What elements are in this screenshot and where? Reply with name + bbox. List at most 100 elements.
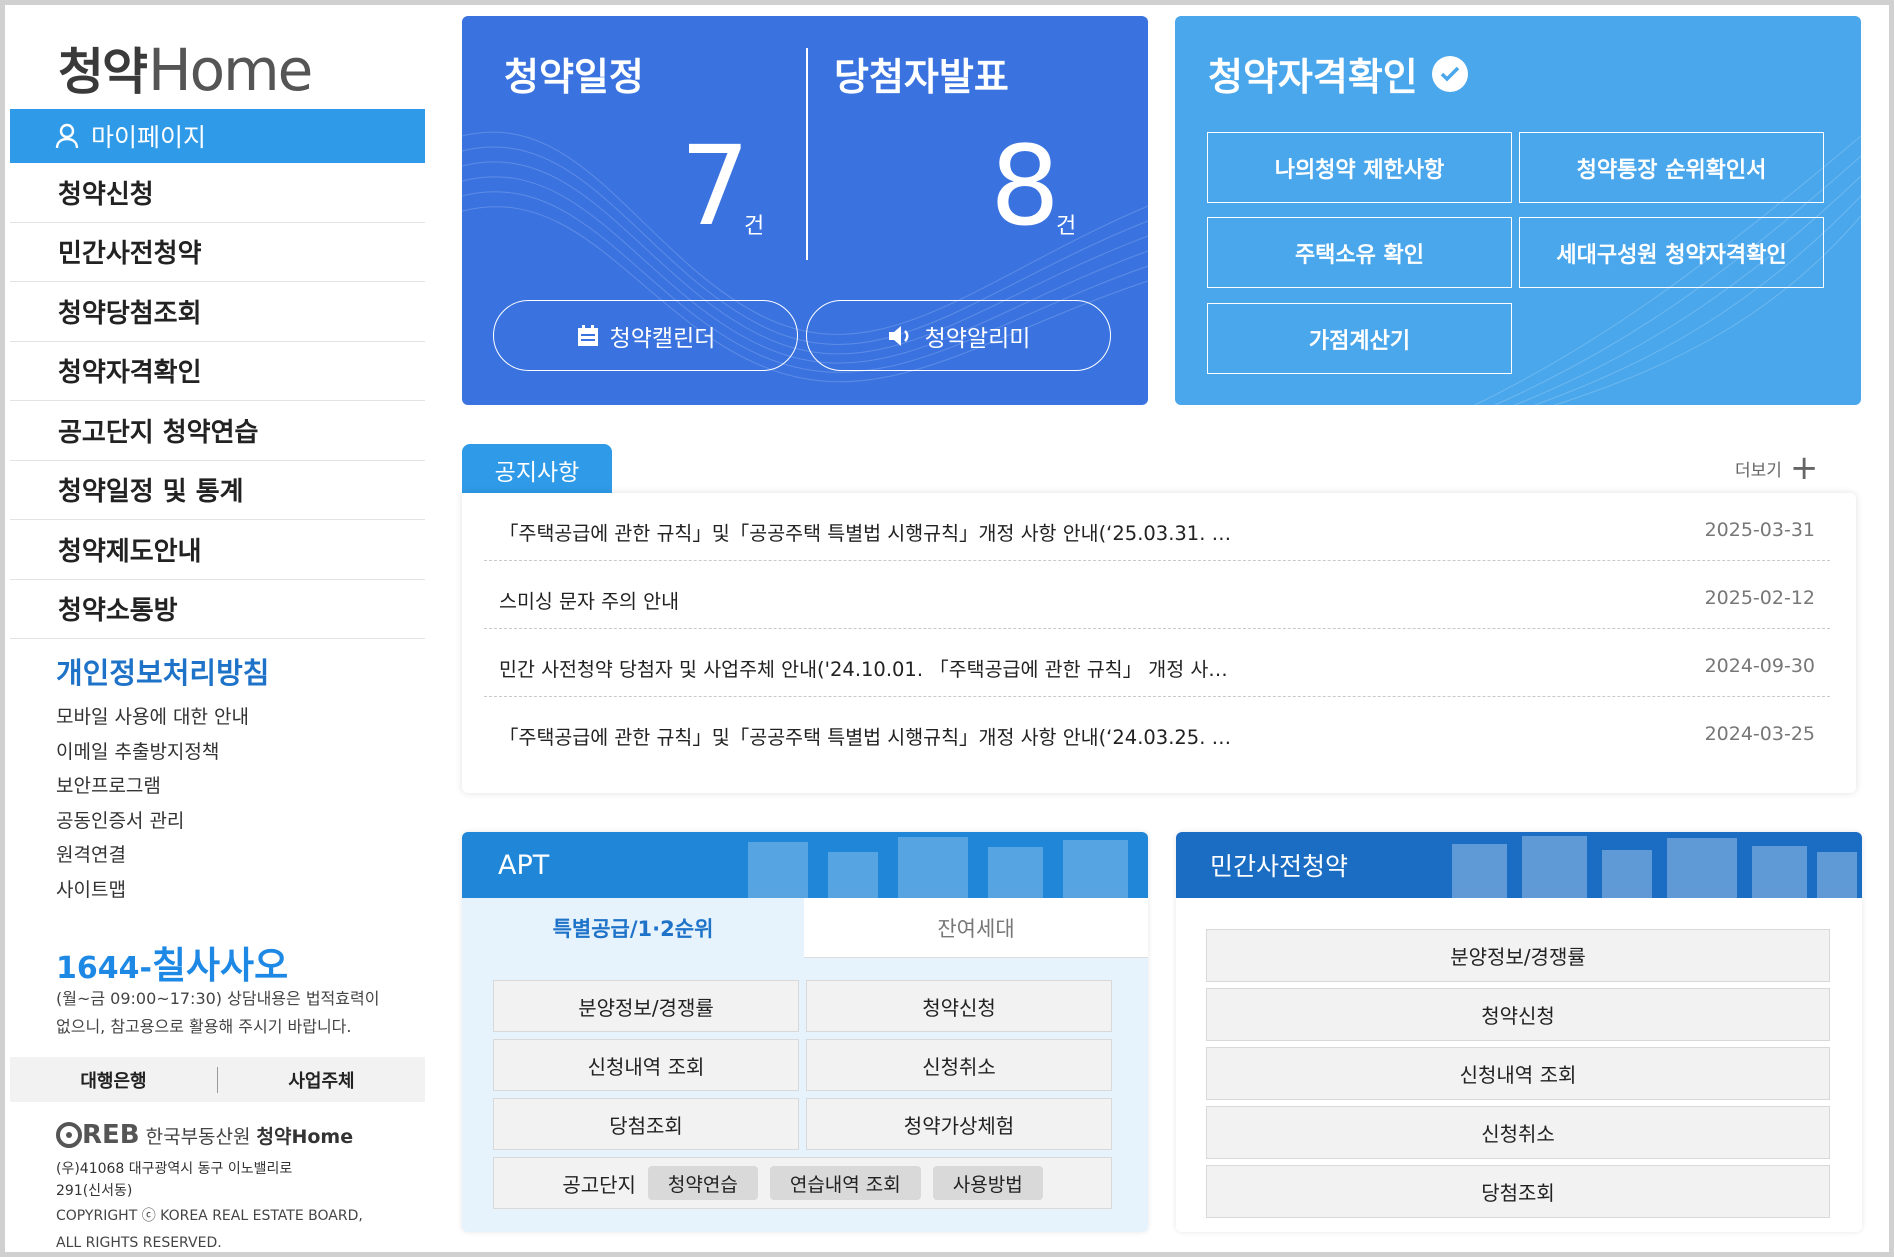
nav-item[interactable]: 청약일정 및 통계 (10, 461, 425, 520)
alert-button-label: 청약알리미 (924, 325, 1031, 352)
qualification-title-text: 청약자격확인 (1208, 55, 1418, 99)
nav-item-mypage[interactable]: 마이페이지 (10, 109, 425, 163)
more-label: 더보기 (1735, 460, 1782, 481)
hours-line: 없으니, 참고용으로 활용해 주시기 바랍니다. (56, 1017, 352, 1036)
practice-guide-button[interactable]: 사용방법 (932, 1166, 1043, 1200)
apt-title: APT (498, 849, 550, 881)
sidebar-nav: 청약신청 민간사전청약 청약당첨조회 청약자격확인 공고단지 청약연습 청약일정… (10, 163, 425, 639)
notice-row[interactable]: 「주택공급에 관한 규칙」및「공공주택 특별법 시행규칙」개정 사항 안내(‘2… (484, 697, 1830, 765)
house-ownership-button[interactable]: 주택소유 확인 (1207, 217, 1512, 288)
nav-item[interactable]: 청약소통방 (10, 580, 425, 639)
footer-link[interactable]: 모바일 사용에 대한 안내 (56, 700, 249, 735)
schedule-title: 청약일정 (504, 55, 644, 99)
apt-sale-info-button[interactable]: 분양정보/경쟁률 (493, 980, 799, 1032)
apt-winner-button[interactable]: 당첨조회 (493, 1098, 799, 1150)
speaker-icon (888, 325, 909, 346)
qualification-title: 청약자격확인 (1208, 46, 1468, 101)
apt-history-button[interactable]: 신청내역 조회 (493, 1039, 799, 1091)
building-icon (1452, 836, 1857, 898)
notice-date: 2024-03-25 (1704, 723, 1815, 745)
winners-unit: 건 (1056, 214, 1077, 239)
nav-item[interactable]: 민간사전청약 (10, 223, 425, 282)
notice-title: 「주택공급에 관한 규칙」및「공공주택 특별법 시행규칙」개정 사항 안내(‘2… (499, 726, 1232, 749)
notice-row[interactable]: 민간 사전청약 당첨자 및 사업주체 안내('24.10.01. 「주택공급에 … (484, 629, 1830, 697)
schedule-unit: 건 (744, 214, 765, 239)
apt-panel: APT 특별공급/1·2순위 잔여세대 분양정보/경쟁률 청약신청 신청내역 조… (462, 832, 1148, 1232)
phone-main: 칠사사오 (151, 944, 289, 987)
logo-korean: 청약 (58, 43, 148, 101)
notice-date: 2024-09-30 (1704, 655, 1815, 677)
address-line: (우)41068 대구광역시 동구 이노밸리로 (56, 1161, 293, 1177)
reb-logo-icon (56, 1122, 82, 1148)
presale-info-button[interactable]: 분양정보/경쟁률 (1206, 929, 1830, 982)
calendar-button[interactable]: 청약캘린더 (493, 300, 798, 371)
winners-count[interactable]: 8 (990, 131, 1060, 241)
copyright-line: COPYRIGHT ⓒ KOREA REAL ESTATE BOARD, (56, 1208, 363, 1224)
logo-english: Home (148, 36, 313, 104)
phone-number: 1644-칠사사오 (56, 935, 288, 989)
account-rank-button[interactable]: 청약통장 순위확인서 (1519, 132, 1824, 203)
notice-row[interactable]: 「주택공급에 관한 규칙」및「공공주택 특별법 시행규칙」개정 사항 안내(‘2… (484, 493, 1830, 561)
notice-title: 민간 사전청약 당첨자 및 사업주체 안내('24.10.01. 「주택공급에 … (499, 658, 1228, 681)
calendar-button-label: 청약캘린더 (609, 325, 716, 352)
address-line: 291(신서동) (56, 1183, 133, 1199)
user-icon (55, 123, 79, 149)
agent-bank-link[interactable]: 대행은행 (10, 1067, 217, 1093)
apt-header: APT (462, 832, 1148, 898)
practice-row: 공고단지 청약연습 연습내역 조회 사용방법 (493, 1157, 1112, 1209)
nav-item[interactable]: 청약신청 (10, 163, 425, 223)
notice-date: 2025-02-12 (1704, 587, 1815, 609)
nav-item[interactable]: 공고단지 청약연습 (10, 401, 425, 461)
nav-item[interactable]: 청약당첨조회 (10, 282, 425, 342)
building-icon (748, 837, 1128, 898)
footer-link[interactable]: 이메일 추출방지정책 (56, 735, 249, 770)
copyright-line: ALL RIGHTS RESERVED. (56, 1235, 222, 1251)
check-circle-icon (1431, 55, 1468, 92)
practice-history-button[interactable]: 연습내역 조회 (769, 1166, 921, 1200)
apt-cancel-button[interactable]: 신청취소 (806, 1039, 1112, 1091)
restriction-button[interactable]: 나의청약 제한사항 (1207, 132, 1512, 203)
business-entity-link[interactable]: 사업주체 (218, 1067, 425, 1093)
qualification-card: 청약자격확인 나의청약 제한사항 청약통장 순위확인서 주택소유 확인 세대구성… (1175, 16, 1861, 405)
reb-mark: REB (82, 1120, 140, 1150)
practice-label: 공고단지 (562, 1172, 636, 1197)
alert-button[interactable]: 청약알리미 (806, 300, 1111, 371)
footer-link[interactable]: 원격연결 (56, 838, 249, 873)
apt-apply-button[interactable]: 청약신청 (806, 980, 1112, 1032)
divider (806, 48, 808, 260)
tab-remaining-units[interactable]: 잔여세대 (804, 898, 1148, 958)
apt-simulation-button[interactable]: 청약가상체험 (806, 1098, 1112, 1150)
plus-icon: + (1789, 448, 1819, 488)
winners-title: 당첨자발표 (834, 55, 1009, 99)
footer-link[interactable]: 보안프로그램 (56, 769, 249, 804)
practice-button[interactable]: 청약연습 (647, 1166, 758, 1200)
privacy-policy-link[interactable]: 개인정보처리방침 (56, 650, 269, 692)
notice-title: 스미싱 문자 주의 안내 (499, 590, 680, 613)
phone-prefix: 1644- (56, 951, 152, 986)
presale-winner-button[interactable]: 당첨조회 (1206, 1165, 1830, 1218)
notice-list: 「주택공급에 관한 규칙」및「공공주택 특별법 시행규칙」개정 사항 안내(‘2… (462, 493, 1856, 793)
household-qualification-button[interactable]: 세대구성원 청약자격확인 (1519, 217, 1824, 288)
org-name: 한국부동산원 (145, 1125, 251, 1148)
footer-link[interactable]: 사이트맵 (56, 873, 249, 908)
address: (우)41068 대구광역시 동구 이노밸리로 291(신서동) (56, 1158, 346, 1202)
footer-link[interactable]: 공동인증서 관리 (56, 804, 249, 839)
nav-item[interactable]: 청약자격확인 (10, 342, 425, 401)
presale-apply-button[interactable]: 청약신청 (1206, 988, 1830, 1041)
score-calculator-button[interactable]: 가점계산기 (1207, 303, 1512, 374)
tab-notices[interactable]: 공지사항 (462, 444, 612, 496)
logo[interactable]: 청약 Home (58, 34, 313, 104)
hours-line: (월~금 09:00~17:30) 상담내용은 법적효력이 (56, 989, 380, 1008)
nav-item[interactable]: 청약제도안내 (10, 520, 425, 580)
presale-history-button[interactable]: 신청내역 조회 (1206, 1047, 1830, 1100)
notice-title: 「주택공급에 관한 규칙」및「공공주택 특별법 시행규칙」개정 사항 안내(‘2… (499, 522, 1232, 545)
more-link[interactable]: 더보기 + (1735, 451, 1818, 485)
brand-name: 청약Home (256, 1125, 354, 1148)
private-presale-title: 민간사전청약 (1210, 852, 1349, 881)
notice-row[interactable]: 스미싱 문자 주의 안내 2025-02-12 (484, 561, 1830, 629)
copyright: COPYRIGHT ⓒ KOREA REAL ESTATE BOARD, ALL… (56, 1203, 386, 1257)
schedule-count[interactable]: 7 (680, 131, 750, 241)
presale-cancel-button[interactable]: 신청취소 (1206, 1106, 1830, 1159)
footer-links: 모바일 사용에 대한 안내 이메일 추출방지정책 보안프로그램 공동인증서 관리… (56, 700, 249, 907)
tab-special-supply[interactable]: 특별공급/1·2순위 (462, 898, 804, 958)
